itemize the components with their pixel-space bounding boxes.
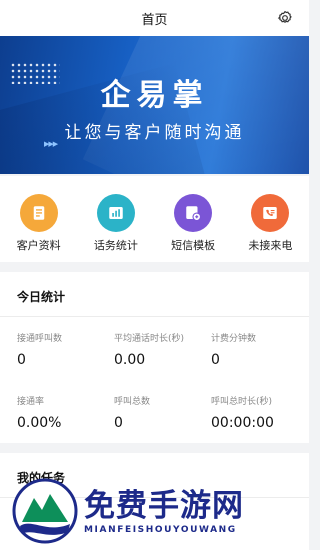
stat-label: 呼叫总时长(秒): [211, 397, 273, 407]
stat-total-calls: 呼叫总数 0: [114, 394, 211, 443]
promo-banner[interactable]: ▶▶▶ 企易掌 让您与客户随时沟通: [0, 36, 309, 174]
stat-connect-rate: 接通率 0.00%: [17, 394, 114, 443]
top-navigation-bar: 首页: [0, 0, 309, 36]
stat-value: 0: [211, 352, 220, 368]
banner-slogan: 让您与客户随时沟通: [64, 123, 245, 143]
quick-action-label: 未接来电: [248, 239, 293, 252]
watermark-title: 免费手游网: [84, 488, 244, 524]
watermark-logo-icon: [12, 478, 78, 544]
quick-action-sms-template[interactable]: 短信模板: [157, 194, 229, 253]
quick-action-customer-info[interactable]: 客户资料: [3, 194, 75, 253]
banner-brand: 企易掌: [100, 78, 209, 113]
quick-action-label: 短信模板: [171, 239, 216, 252]
watermark-text: 免费手游网 MIANFEISHOUYOUWANG: [84, 487, 244, 535]
quick-action-call-stats[interactable]: 话务统计: [80, 194, 152, 253]
gear-icon[interactable]: [277, 10, 293, 26]
stat-connected-calls: 接通呼叫数 0: [17, 331, 114, 380]
quick-action-label: 话务统计: [93, 239, 138, 252]
stat-total-call-duration: 呼叫总时长(秒) 00:00:00: [211, 394, 308, 443]
bar-chart-icon: [96, 194, 135, 232]
quick-action-missed-calls[interactable]: 未接来电: [234, 194, 306, 253]
stat-avg-call-duration: 平均通话时长(秒) 0.00: [114, 331, 211, 380]
document-icon: [19, 194, 58, 232]
site-watermark: 免费手游网 MIANFEISHOUYOUWANG: [12, 476, 302, 546]
stat-label: 接通呼叫数: [17, 334, 63, 344]
stat-label: 呼叫总数: [114, 397, 151, 407]
stat-label: 平均通话时长(秒): [114, 334, 185, 344]
stat-value: 0: [17, 352, 26, 368]
watermark-subtitle: MIANFEISHOUYOUWANG: [84, 525, 237, 535]
stat-value: 0.00%: [17, 415, 62, 431]
quick-actions: 客户资料 话务统计 短信模板 未接来电: [0, 176, 309, 262]
sms-template-icon: [174, 194, 213, 232]
stat-value: 0.00: [114, 352, 146, 368]
page-title: 首页: [141, 12, 168, 28]
stat-value: 00:00:00: [211, 415, 274, 431]
stat-label: 计费分钟数: [211, 334, 257, 344]
stats-grid: 接通呼叫数 0 平均通话时长(秒) 0.00 计费分钟数 0 接通率 0.00%…: [0, 317, 309, 443]
stat-value: 0: [114, 415, 123, 431]
stat-label: 接通率: [17, 397, 45, 407]
quick-action-label: 客户资料: [16, 239, 61, 252]
missed-call-icon: [251, 194, 290, 232]
section-title: 今日统计: [17, 290, 66, 304]
today-stats-card: 今日统计 接通呼叫数 0 平均通话时长(秒) 0.00 计费分钟数 0 接通率 …: [0, 272, 309, 443]
stat-billed-minutes: 计费分钟数 0: [211, 331, 308, 380]
